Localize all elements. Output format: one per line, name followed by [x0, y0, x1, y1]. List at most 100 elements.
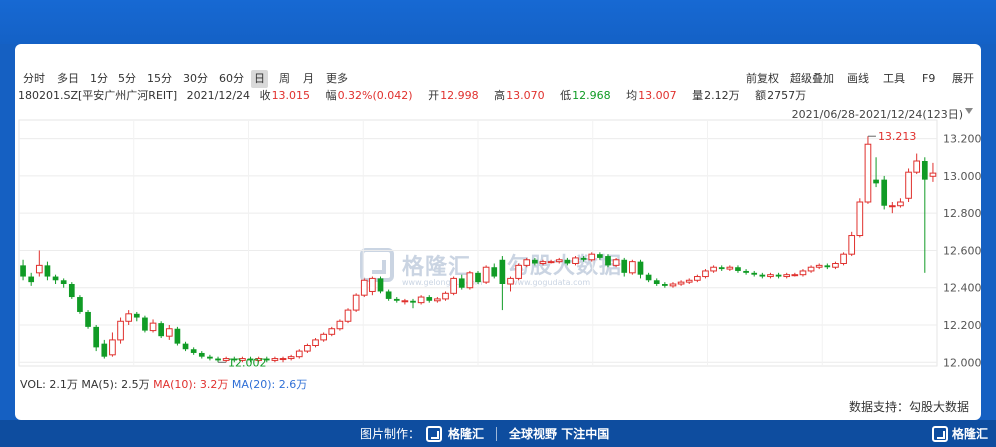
footer-divider	[496, 426, 498, 441]
candle-body	[328, 328, 336, 335]
footer-brand: 格隆汇	[448, 427, 485, 441]
candle-body	[410, 300, 416, 303]
vol-value: VOL: 2.1万	[20, 378, 78, 391]
candle-body	[547, 261, 555, 264]
candle-body	[198, 352, 205, 357]
candle-body	[125, 313, 133, 322]
vol-ma5: MA(5): 2.5万	[81, 378, 150, 391]
candle-body	[783, 274, 791, 278]
candle-body	[807, 266, 815, 272]
candle-body	[93, 326, 100, 348]
candlestick-chart[interactable]: 13.200 13.000 12.800 12.600 12.400 12.200 12.0…	[15, 44, 981, 420]
footer-slogan: 全球视野 下注中国	[509, 427, 610, 441]
header-band	[0, 0, 996, 44]
candle-body	[401, 300, 409, 303]
candle-body	[312, 339, 319, 346]
candle-body	[612, 259, 620, 266]
candle-body	[685, 279, 693, 283]
candle-body	[653, 280, 660, 284]
candle-body	[759, 274, 766, 277]
candle-body	[532, 259, 538, 264]
candle-body	[735, 267, 741, 271]
candle-body	[165, 328, 173, 337]
candle-body	[824, 265, 831, 268]
candle-body	[815, 264, 823, 268]
candle-body	[385, 291, 392, 299]
candle-body	[572, 257, 579, 264]
candle-body	[881, 179, 888, 206]
candle-body	[929, 172, 937, 177]
footer-corner-brand: 格隆汇	[951, 427, 988, 441]
candle-body	[499, 259, 506, 284]
candle-body	[905, 171, 912, 199]
candle-body	[360, 279, 368, 296]
vol-ma20: MA(20): 2.6万	[231, 378, 308, 391]
candle-body	[417, 296, 425, 304]
candle-body	[174, 328, 181, 344]
candle-body	[158, 323, 165, 337]
volume-indicator-bar: VOL: 2.1万 MA(5): 2.5万 MA(10): 3.2万 MA(20…	[20, 376, 307, 392]
candle-body	[101, 343, 108, 357]
candle-body	[77, 297, 83, 312]
candle-body	[475, 272, 481, 283]
candle-body	[799, 270, 807, 276]
candle-body	[864, 143, 872, 203]
candle-body	[352, 294, 360, 311]
candle-body	[393, 298, 400, 301]
candle-body	[190, 349, 197, 353]
gelonghui-logo-icon	[426, 425, 443, 442]
candle-body	[279, 358, 287, 361]
candle-body	[28, 276, 35, 283]
candle-body	[564, 259, 571, 264]
candle-body	[142, 317, 148, 331]
y-tick-label: 13.200	[943, 133, 981, 146]
candle-body	[271, 358, 279, 361]
y-tick-label: 12.200	[943, 319, 981, 332]
candle-body	[662, 284, 668, 286]
gelonghui-corner-logo-icon	[931, 425, 948, 442]
candle-body	[182, 343, 189, 350]
candle-body	[491, 267, 498, 277]
y-tick-label: 12.400	[943, 282, 981, 295]
candle-body	[377, 278, 384, 292]
y-tick-label: 12.800	[943, 207, 981, 220]
candle-body	[35, 264, 43, 274]
candle-body	[434, 298, 441, 302]
candle-body	[442, 292, 449, 300]
candle-body	[629, 261, 636, 274]
candle-body	[832, 263, 839, 268]
data-support: 数据支持：勾股大数据	[848, 400, 969, 414]
candle-body	[515, 264, 522, 279]
candle-body	[677, 281, 685, 285]
candle-body	[580, 257, 587, 260]
candle-body	[873, 179, 879, 184]
candle-body	[85, 311, 91, 327]
candle-body	[888, 205, 896, 208]
candle-body	[743, 270, 749, 273]
candle-body	[450, 277, 457, 294]
footer-made-by: 图片制作：	[360, 427, 421, 441]
candle-body	[555, 259, 563, 263]
candle-body	[68, 284, 75, 298]
candle-body	[507, 277, 514, 285]
y-tick-label: 12.600	[943, 244, 981, 257]
candle-body	[597, 254, 603, 258]
candle-body	[60, 280, 67, 284]
candle-body	[921, 161, 928, 180]
candle-body	[897, 201, 904, 207]
candle-body	[133, 313, 140, 318]
candle-body	[605, 256, 611, 266]
candle-body	[109, 339, 116, 356]
candle-body	[426, 297, 433, 301]
candle-body	[726, 266, 734, 270]
candle-body	[588, 253, 596, 261]
candle-body	[775, 274, 782, 277]
candle-body	[669, 283, 677, 287]
candle-body	[791, 274, 799, 277]
candle-body	[645, 274, 652, 281]
candle-body	[482, 266, 490, 283]
kline-panel: 分时 多日 1分 5分 15分 30分 60分 日 周 月 更多 前复权 超级叠…	[15, 44, 981, 420]
candle-body	[458, 278, 465, 288]
max-price-label: 13.213	[878, 130, 917, 143]
candle-body	[320, 333, 327, 341]
